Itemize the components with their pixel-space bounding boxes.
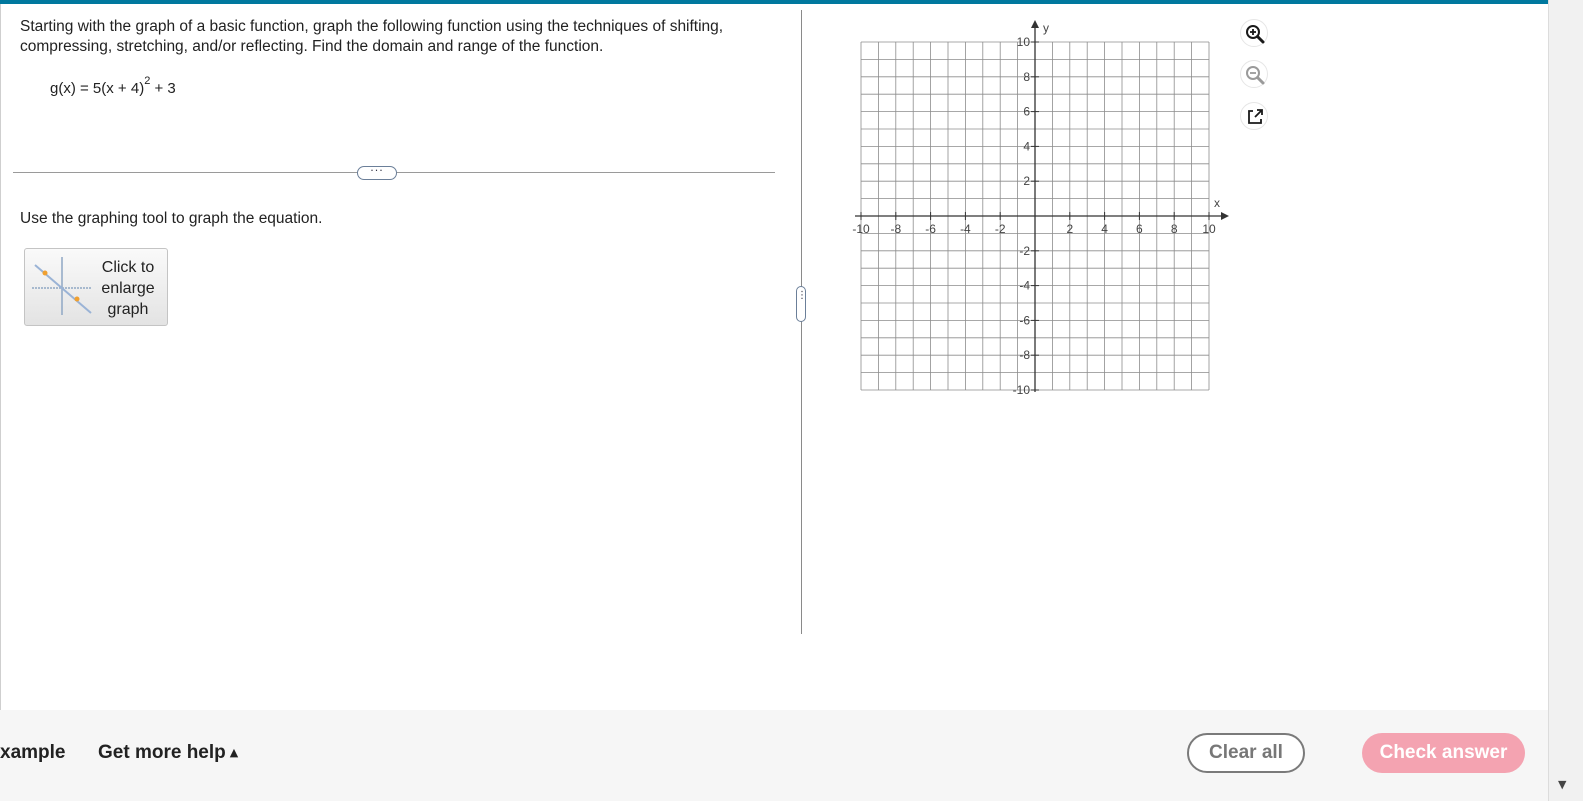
x-tick-label: 4 (1101, 222, 1108, 236)
zoom-in-button[interactable] (1240, 19, 1268, 47)
x-tick-label: -8 (890, 222, 901, 236)
enlarge-label-line-1: Click to (101, 259, 155, 276)
x-tick-label: -6 (925, 222, 936, 236)
enlarge-graph-label: Click to enlarge graph (95, 257, 161, 320)
view-example-link[interactable]: xample (0, 742, 65, 764)
scrollbar[interactable] (1548, 0, 1583, 801)
problem-instructions: Starting with the graph of a basic funct… (20, 18, 724, 55)
splitter-handle[interactable]: ⋮ (796, 286, 807, 322)
equation-exponent: 2 (144, 75, 151, 87)
x-tick-label: -4 (960, 222, 971, 236)
graph-thumbnail-icon (32, 257, 92, 315)
enlarge-label-line-3: graph (107, 301, 149, 318)
graphing-instruction: Use the graphing tool to graph the equat… (20, 210, 323, 227)
y-tick-label: -4 (1019, 279, 1030, 293)
get-more-help-link[interactable]: Get more help ▲ (98, 742, 238, 764)
y-tick-label: 10 (1017, 35, 1031, 49)
y-tick-label: -8 (1019, 348, 1030, 362)
y-tick-label: -6 (1019, 313, 1030, 327)
enlarge-label-line-2: enlarge (101, 280, 155, 297)
x-tick-label: 2 (1066, 222, 1073, 236)
divider-handle[interactable]: ··· (357, 165, 397, 180)
x-tick-label: -10 (852, 222, 870, 236)
x-axis-label: x (1214, 196, 1220, 210)
y-tick-label: -10 (1013, 383, 1031, 397)
y-axis-label: y (1043, 21, 1049, 35)
caret-up-icon: ▲ (229, 746, 239, 759)
y-tick-label: 4 (1023, 139, 1030, 153)
zoom-out-button[interactable] (1240, 60, 1268, 88)
popout-button[interactable] (1240, 102, 1268, 130)
check-answer-button[interactable]: Check answer (1362, 733, 1525, 773)
zoom-out-icon (1246, 66, 1265, 85)
enlarge-graph-button[interactable]: Click to enlarge graph (24, 248, 168, 326)
equation: g(x) = 5(x + 4)2 + 3 (50, 75, 176, 97)
external-link-icon (1248, 109, 1263, 124)
panel-splitter (801, 10, 802, 634)
left-border (0, 4, 1, 710)
x-tick-label: 8 (1171, 222, 1178, 236)
y-tick-label: 2 (1023, 174, 1030, 188)
x-tick-label: -2 (995, 222, 1006, 236)
coordinate-grid[interactable]: -10 -8 -6 -4 -2 2 4 6 8 10 10 8 6 4 2 -2 -4 -6 -8 -10 x y (845, 15, 1230, 400)
x-axis-arrow (1221, 212, 1229, 220)
x-tick-label: 10 (1202, 222, 1216, 236)
zoom-in-icon (1246, 25, 1265, 44)
scroll-down-icon[interactable]: ▼ (1558, 778, 1566, 791)
y-tick-label: -2 (1019, 244, 1030, 258)
equation-base: g(x) = 5(x + 4) (50, 80, 145, 97)
equation-constant: + 3 (150, 80, 176, 97)
y-axis-arrow (1031, 20, 1039, 28)
get-more-help-label: Get more help (98, 742, 226, 763)
clear-all-button[interactable]: Clear all (1187, 733, 1305, 773)
y-tick-label: 8 (1023, 70, 1030, 84)
top-accent-bar (0, 0, 1560, 4)
y-tick-label: 6 (1023, 105, 1030, 119)
x-tick-label: 6 (1136, 222, 1143, 236)
